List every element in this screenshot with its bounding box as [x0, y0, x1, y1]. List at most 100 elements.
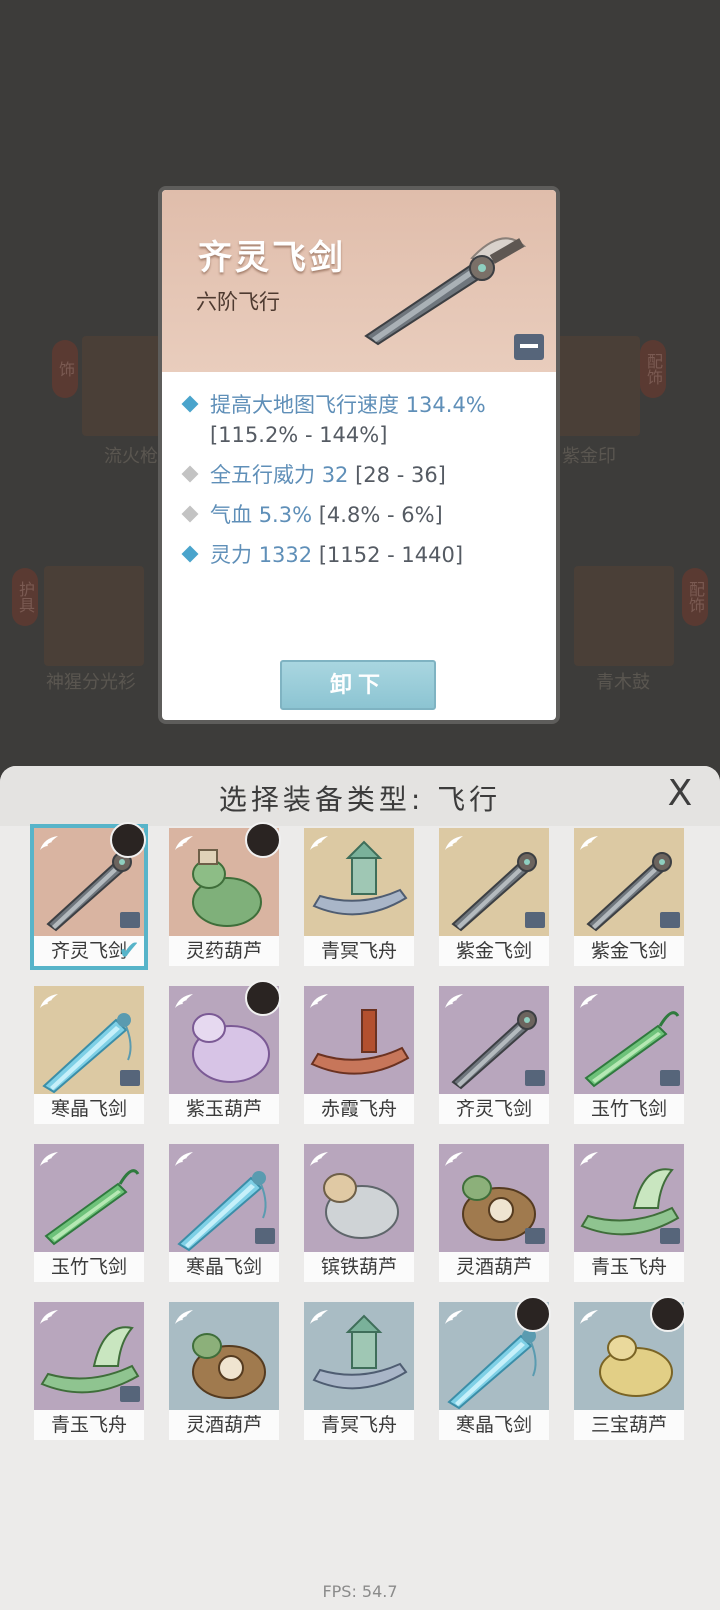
equipment-item[interactable]: 三宝葫芦 [574, 1296, 686, 1440]
equipment-item[interactable]: 齐灵飞剑 ✔ [30, 822, 148, 970]
equipment-select-panel: 选择装备类型: 飞行 X 齐灵飞剑 ✔ 灵药葫芦 青冥飞舟 紫金飞剑 紫金飞剑 寒晶飞剑 紫玉… [0, 766, 720, 1610]
stat-range: [4.8% - 6%] [318, 503, 443, 527]
bind-lock-icon [525, 1070, 545, 1086]
blue-diamond-icon [181, 545, 199, 563]
flight-wing-icon [38, 1308, 60, 1326]
bind-lock-icon [525, 912, 545, 928]
equipment-item[interactable]: 紫玉葫芦 [169, 980, 281, 1124]
equipment-item[interactable]: 齐灵飞剑 [439, 986, 549, 1124]
flight-wing-icon [443, 1150, 465, 1168]
equipment-item[interactable]: 灵药葫芦 [169, 822, 281, 966]
item-label: 灵酒葫芦 [169, 1410, 279, 1440]
stat-name: 提高大地图飞行速度 [210, 393, 399, 417]
bind-lock-icon [660, 1070, 680, 1086]
stat-name: 灵力 [210, 543, 252, 567]
equipped-by-avatar [245, 980, 281, 1016]
equipment-item[interactable]: 赤霞飞舟 [304, 986, 414, 1124]
flight-wing-icon [173, 1308, 195, 1326]
item-label: 寒晶飞剑 [34, 1094, 144, 1124]
item-label: 青玉飞舟 [574, 1252, 684, 1282]
flight-wing-icon [173, 992, 195, 1010]
stat-name: 全五行威力 [210, 463, 315, 487]
bind-lock-icon [660, 912, 680, 928]
stat-value: 1332 [258, 543, 313, 567]
stat-row: 气血 5.3% [4.8% - 6%] [180, 500, 550, 530]
equipped-by-avatar [650, 1296, 686, 1332]
item-label: 寒晶飞剑 [439, 1410, 549, 1440]
detail-title: 齐灵飞剑 [198, 238, 346, 278]
equipment-item[interactable]: 青冥飞舟 [304, 1302, 414, 1440]
bg-equip-tile [44, 566, 144, 666]
equipment-item[interactable]: 灵酒葫芦 [169, 1302, 279, 1440]
flight-wing-icon [308, 834, 330, 852]
equipment-item[interactable]: 青玉飞舟 [574, 1144, 684, 1282]
stat-row: 提高大地图飞行速度 134.4% [115.2% - 144%] [180, 390, 550, 450]
flight-wing-icon [38, 834, 60, 852]
flight-wing-icon [173, 834, 195, 852]
item-label: 紫金飞剑 [574, 936, 684, 966]
equipment-item[interactable]: 紫金飞剑 [439, 828, 549, 966]
stat-value: 134.4% [405, 393, 486, 417]
equipment-item[interactable]: 青玉飞舟 [34, 1302, 144, 1440]
equipped-by-avatar [110, 822, 146, 858]
bg-equip-label: 紫金印 [562, 446, 616, 467]
equipment-item[interactable]: 灵酒葫芦 [439, 1144, 549, 1282]
item-label: 玉竹飞剑 [34, 1252, 144, 1282]
panel-header: 选择装备类型: 飞行 X [0, 766, 720, 826]
equipment-item[interactable]: 紫金飞剑 [574, 828, 684, 966]
bg-badge: 配饰 [682, 568, 708, 626]
close-icon[interactable]: X [662, 776, 698, 812]
selected-check-icon: ✔ [118, 936, 140, 966]
item-label: 玉竹飞剑 [574, 1094, 684, 1124]
item-label: 青冥飞舟 [304, 1410, 414, 1440]
unequip-button[interactable]: 卸下 [280, 660, 436, 710]
bg-equip-label: 神猩分光衫 [46, 672, 136, 693]
panel-title: 选择装备类型: 飞行 [218, 783, 502, 816]
flight-wing-icon [38, 1150, 60, 1168]
flight-wing-icon [308, 1150, 330, 1168]
bind-lock-icon [660, 1228, 680, 1244]
item-label: 青冥飞舟 [304, 936, 414, 966]
stat-row: 灵力 1332 [1152 - 1440] [180, 540, 550, 570]
equipment-item[interactable]: 玉竹飞剑 [574, 986, 684, 1124]
flight-wing-icon [308, 1308, 330, 1326]
item-label: 灵酒葫芦 [439, 1252, 549, 1282]
equipment-item[interactable]: 玉竹飞剑 [34, 1144, 144, 1282]
equipped-by-avatar [515, 1296, 551, 1332]
flight-wing-icon [173, 1150, 195, 1168]
flight-wing-icon [308, 992, 330, 1010]
flight-wing-icon [578, 834, 600, 852]
bg-equip-label: 流火枪 [104, 446, 158, 467]
equipment-item[interactable]: 寒晶飞剑 [439, 1296, 551, 1440]
equipment-detail-card: 齐灵飞剑 六阶飞行 提高大地图飞行速度 134.4% [115.2% - 144… [158, 186, 560, 724]
equipment-item[interactable]: 寒晶飞剑 [169, 1144, 279, 1282]
bg-badge: 护具 [12, 568, 38, 626]
detail-subtitle: 六阶飞行 [196, 290, 280, 314]
flight-wing-icon [578, 1150, 600, 1168]
stat-name: 气血 [210, 503, 252, 527]
item-label: 青玉飞舟 [34, 1410, 144, 1440]
stat-range: [115.2% - 144%] [210, 423, 388, 447]
item-label: 齐灵飞剑 [439, 1094, 549, 1124]
flight-wing-icon [443, 1308, 465, 1326]
bind-lock-icon [255, 1228, 275, 1244]
stat-value: 32 [321, 463, 349, 487]
item-label: 寒晶飞剑 [169, 1252, 279, 1282]
item-label: 三宝葫芦 [574, 1410, 684, 1440]
stats-list: 提高大地图飞行速度 134.4% [115.2% - 144%] 全五行威力 3… [180, 390, 550, 580]
bind-lock-icon [120, 912, 140, 928]
flying-sword-icon [364, 237, 527, 346]
detail-header: 齐灵飞剑 六阶飞行 [162, 190, 556, 372]
equipment-item[interactable]: 镔铁葫芦 [304, 1144, 414, 1282]
flight-wing-icon [443, 834, 465, 852]
equipment-item[interactable]: 青冥飞舟 [304, 828, 414, 966]
stat-range: [28 - 36] [355, 463, 446, 487]
bind-lock-icon [514, 334, 544, 360]
bg-equip-tile [574, 566, 674, 666]
bg-badge: 配饰 [640, 340, 666, 398]
item-label: 紫玉葫芦 [169, 1094, 279, 1124]
flight-wing-icon [578, 1308, 600, 1326]
equipment-item[interactable]: 寒晶飞剑 [34, 986, 144, 1124]
stat-row: 全五行威力 32 [28 - 36] [180, 460, 550, 490]
item-label: 镔铁葫芦 [304, 1252, 414, 1282]
